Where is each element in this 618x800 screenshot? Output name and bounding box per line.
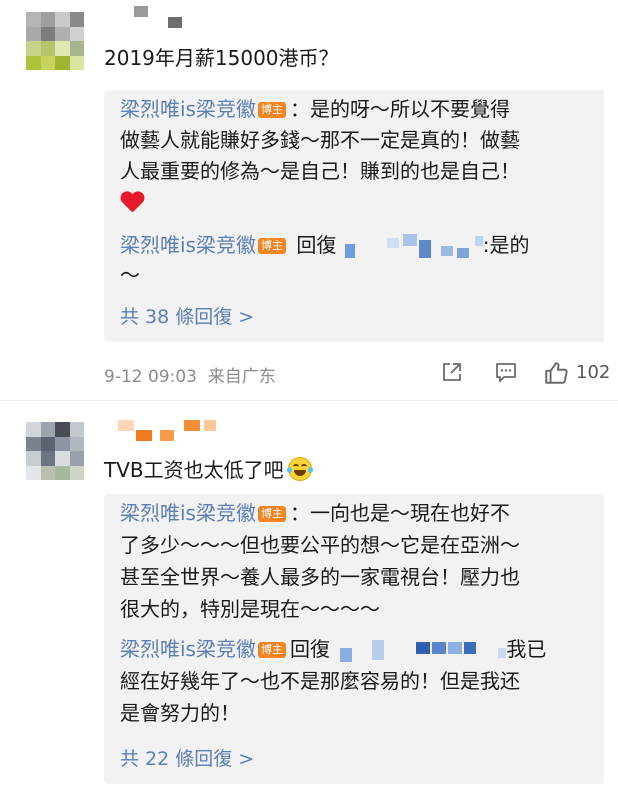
view-more-replies-link[interactable]: 共 38 條回復 > [120,304,592,330]
reply-2: 梁烈唯is梁竞徽 博主 回復 我已 [120,636,592,664]
view-more-replies-link[interactable]: 共 22 條回復 > [120,746,592,772]
author-badge: 博主 [257,642,286,658]
comment-text: 2019年月薪15000港币？ [104,46,339,70]
reply-text: ：是的呀～所以不要覺得 [289,97,510,121]
reply-prefix: 回復 [296,233,337,257]
reply-text-line: 了多少～～～但也要公平的想～它是在亞洲～ [120,533,520,557]
author-badge: 博主 [257,506,286,522]
comment-icon[interactable] [494,360,518,384]
like-count: 102 [576,362,611,383]
reply-author[interactable]: 梁烈唯is梁竞徽 [120,637,256,661]
reply-text: :是的 [482,233,530,257]
reply-text-line: 經在好幾年了～也不是那麼容易的！但是我还 [120,669,520,693]
author-badge: 博主 [257,102,286,118]
comment-text: TVB工资也太低了吧 [104,454,313,483]
reply-text: 我已 [506,637,547,661]
comment-1: 2019年月薪15000港币？ 梁烈唯is梁竞徽 博主 ：是的呀～所以不要覺得 做藝… [0,0,618,400]
avatar[interactable] [26,422,84,480]
reply-text-line: 很大的，特別是現在～～～～ [120,597,380,621]
author-badge: 博主 [257,238,286,254]
reply-prefix: 回復 [289,637,330,661]
comment-2: TVB工资也太低了吧 梁烈唯is梁竞徽 博主 ：一向也是～現在也好不 了多少～～～但… [0,400,618,800]
reply-text-line: 做藝人就能賺好多錢～那不一定是真的！做藝 [120,128,520,152]
reply-text-line: 人最重要的修為～是自己！賺到的也是自己！ [120,159,520,183]
reply-author[interactable]: 梁烈唯is梁竞徽 [120,97,256,121]
comment-meta: 9-12 09:03 来自广东 [104,362,276,387]
reply-box: 梁烈唯is梁竞徽 博主 ：一向也是～現在也好不 了多少～～～但也要公平的想～它是在亞… [104,494,604,784]
timestamp: 9-12 09:03 [104,367,197,387]
reply-1: 梁烈唯is梁竞徽 博主 ：是的呀～所以不要覺得 [120,96,592,122]
thumbs-up-icon[interactable] [543,360,569,386]
reply-text-line: 是會努力的！ [120,701,240,725]
reply-author[interactable]: 梁烈唯is梁竞徽 [120,233,256,257]
reply-2: 梁烈唯is梁竞徽 博主 回復 :是的 [120,232,592,260]
redacted-nickname[interactable] [112,420,222,442]
reply-text-line: ～ [120,263,140,287]
laugh-cry-emoji-icon [286,457,313,481]
redacted-username[interactable] [343,233,483,260]
reply-text-line: 甚至全世界～養人最多的一家電視台！壓力也 [120,565,520,589]
share-icon[interactable] [440,360,464,384]
reply-author[interactable]: 梁烈唯is梁竞徽 [120,501,256,525]
avatar[interactable] [26,12,84,70]
reply-1: 梁烈唯is梁竞徽 博主 ：一向也是～現在也好不 [120,500,592,526]
heart-emoji-icon [120,192,144,214]
reply-box: 梁烈唯is梁竞徽 博主 ：是的呀～所以不要覺得 做藝人就能賺好多錢～那不一定是真的！… [104,90,604,342]
redacted-username[interactable] [336,638,507,664]
redacted-nickname[interactable] [112,6,232,28]
reply-text: ：一向也是～現在也好不 [289,501,510,525]
location: 来自广东 [207,367,276,387]
